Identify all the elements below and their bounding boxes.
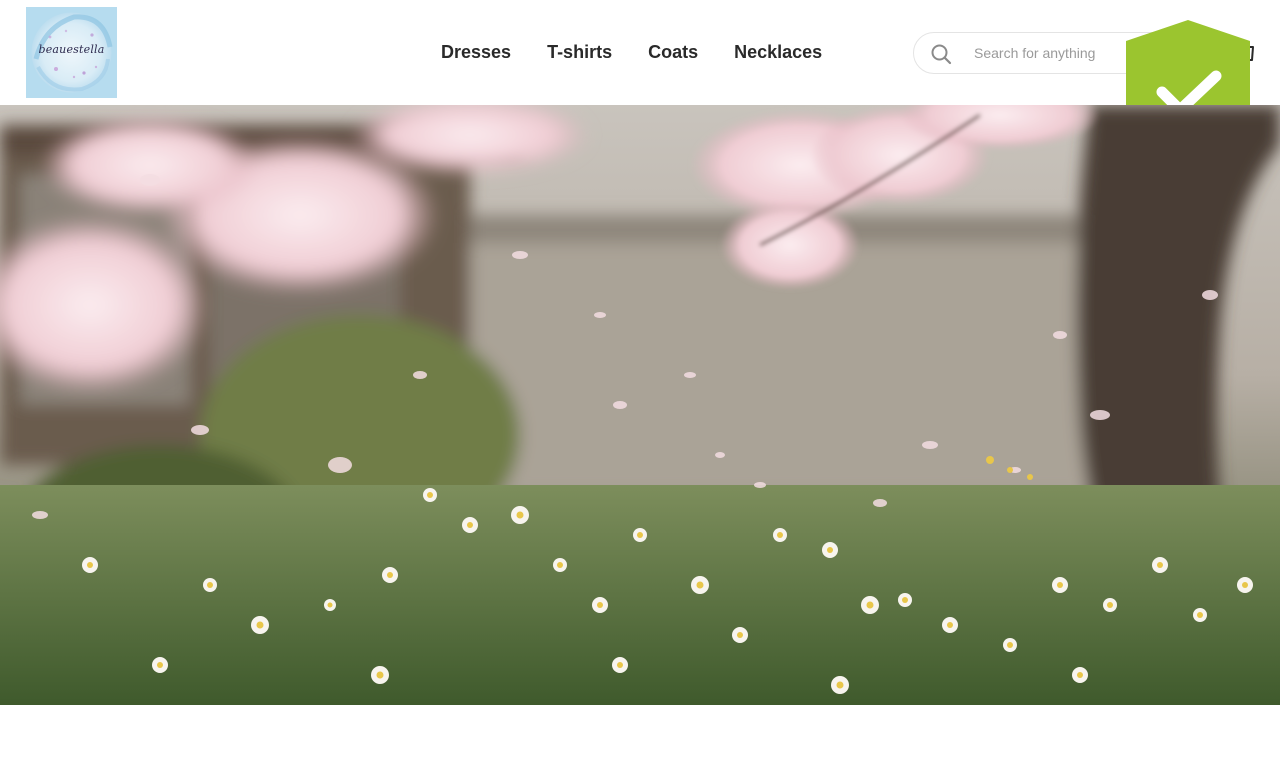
main-navigation: Dresses T-shirts Coats Necklaces	[441, 40, 822, 64]
cherry-blossom-garden-image	[0, 105, 1280, 705]
site-header: beauestella Dresses T-shirts Coats Neckl…	[0, 0, 1280, 164]
logo-text: beauestella	[38, 43, 105, 56]
nav-item-t-shirts[interactable]: T-shirts	[547, 40, 612, 64]
nav-item-necklaces[interactable]: Necklaces	[734, 40, 822, 64]
page-footer-space	[0, 705, 1280, 768]
search-icon[interactable]	[930, 43, 952, 65]
nav-item-dresses[interactable]: Dresses	[441, 40, 511, 64]
nav-item-coats[interactable]: Coats	[648, 40, 698, 64]
brand-logo[interactable]: beauestella	[26, 7, 117, 98]
